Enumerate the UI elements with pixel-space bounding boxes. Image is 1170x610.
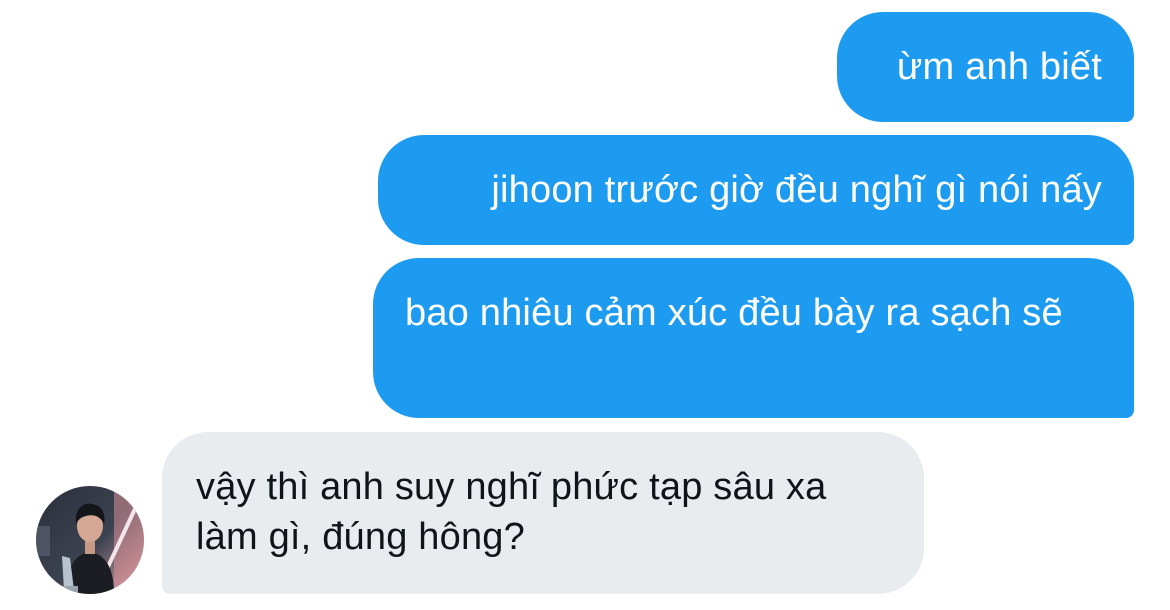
sent-message-bubble[interactable]: bao nhiêu cảm xúc đều bày ra sạch sẽ [373,258,1134,418]
sent-message-bubble[interactable]: ừm anh biết [837,12,1134,122]
message-thread: ừm anh biết jihoon trước giờ đều nghĩ gì… [0,0,1170,610]
avatar[interactable] [36,486,144,594]
avatar-image [36,486,144,594]
received-message-bubble[interactable]: vậy thì anh suy nghĩ phức tạp sâu xa làm… [162,432,924,594]
sent-message-bubble[interactable]: jihoon trước giờ đều nghĩ gì nói nấy [378,135,1134,245]
